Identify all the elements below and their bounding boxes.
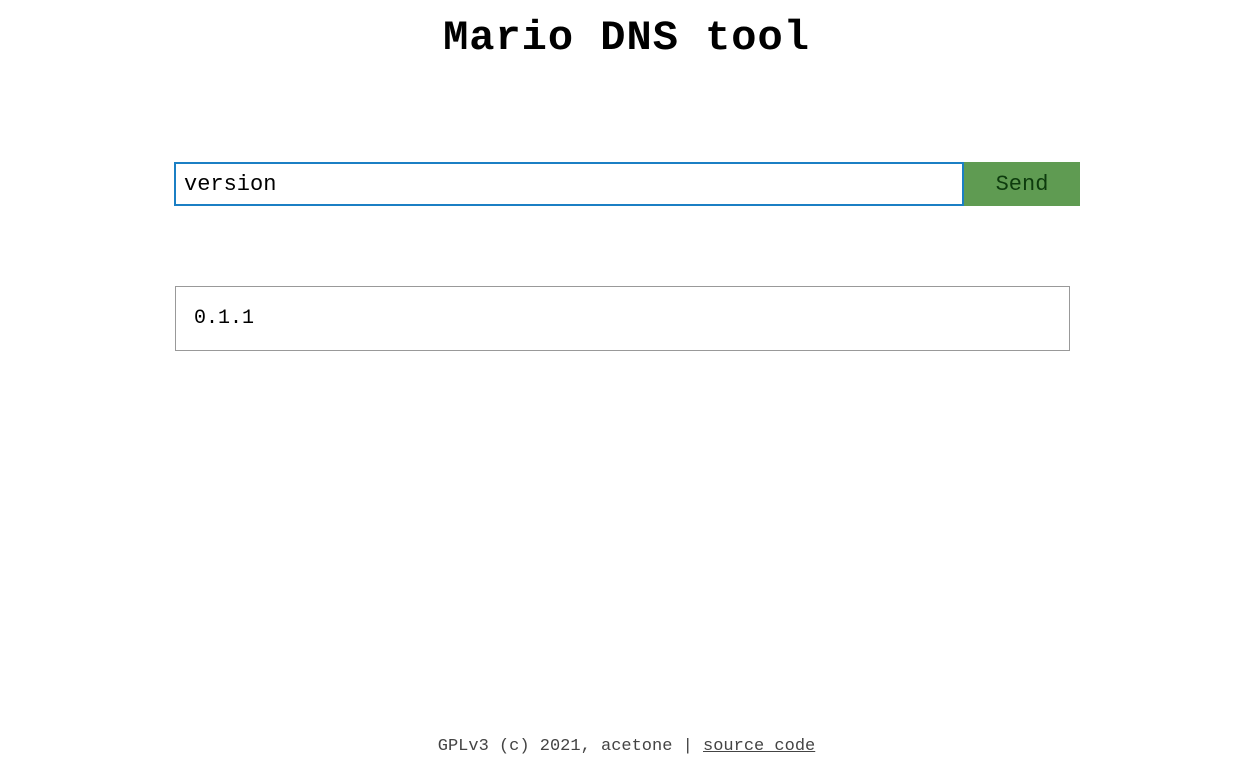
result-output: 0.1.1 <box>175 286 1070 351</box>
query-form: Send <box>174 162 1080 206</box>
license-text: GPLv3 (c) 2021, acetone <box>438 737 673 756</box>
footer: GPLv3 (c) 2021, acetone | source code <box>0 737 1253 756</box>
send-button[interactable]: Send <box>964 162 1080 206</box>
source-code-link[interactable]: source code <box>703 737 815 756</box>
query-input[interactable] <box>174 162 964 206</box>
footer-separator: | <box>672 737 703 756</box>
page-title: Mario DNS tool <box>0 0 1253 62</box>
